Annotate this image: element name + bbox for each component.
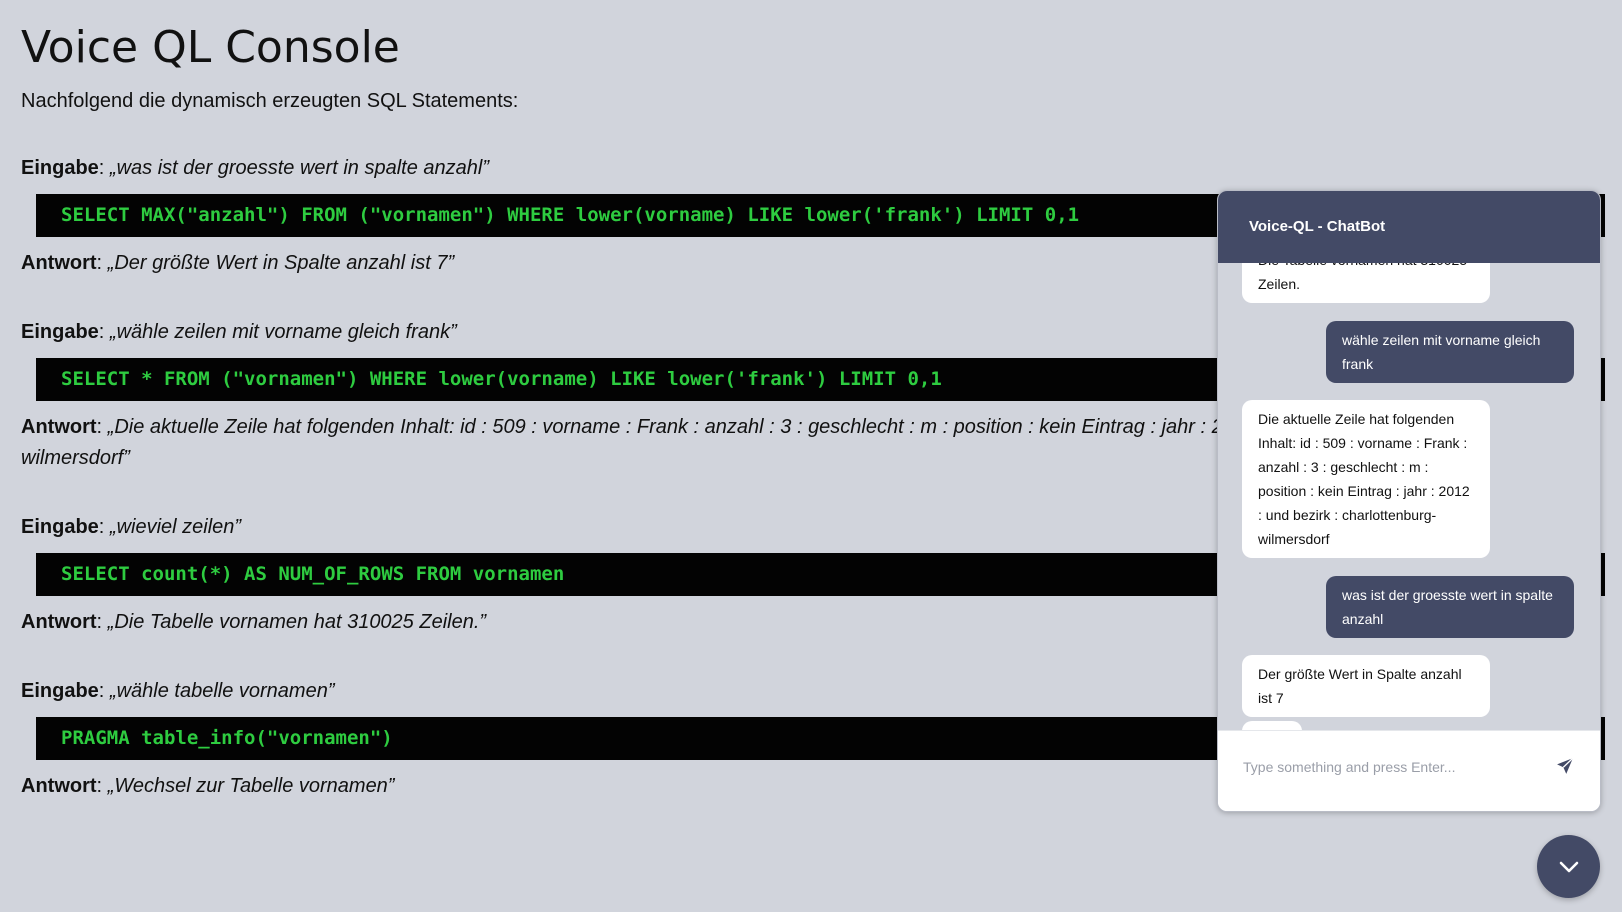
answer-label: Antwort: [21, 611, 97, 633]
answer-label: Antwort: [21, 775, 97, 797]
answer-label: Antwort: [21, 252, 97, 274]
chatbot-window: Voice-QL - ChatBot Die Tabelle vornamen …: [1217, 190, 1601, 812]
chat-input[interactable]: [1241, 753, 1545, 781]
entry-input: Eingabe: „was ist der groesste wert in s…: [21, 157, 489, 179]
input-text: „wähle tabelle vornamen”: [109, 680, 335, 702]
send-button[interactable]: [1552, 753, 1578, 779]
answer-text: „Die Tabelle vornamen hat 310025 Zeilen.…: [107, 611, 487, 633]
entry-input: Eingabe: „wähle tabelle vornamen”: [21, 680, 335, 702]
entry-answer: Antwort: „Wechsel zur Tabelle vornamen”: [21, 775, 395, 797]
input-text: „was ist der groesste wert in spalte anz…: [109, 157, 489, 179]
input-label: Eingabe: [21, 680, 99, 702]
user-message: wähle zeilen mit vorname gleich frank: [1326, 321, 1574, 383]
input-label: Eingabe: [21, 516, 99, 538]
page: Voice QL Console Nachfolgend die dynamis…: [0, 0, 1622, 912]
message-list[interactable]: Die Tabelle vornamen hat 310025 Zeilen. …: [1218, 263, 1600, 731]
bot-message: Die aktuelle Zeile hat folgenden Inhalt:…: [1242, 400, 1490, 558]
chat-toggle-button[interactable]: [1537, 835, 1600, 898]
entry-answer: Antwort: „Der größte Wert in Spalte anza…: [21, 252, 455, 274]
entry-answer: Antwort: „Die Tabelle vornamen hat 31002…: [21, 611, 487, 633]
chatbot-title: Voice-QL - ChatBot: [1218, 191, 1600, 263]
input-label: Eingabe: [21, 321, 99, 343]
chevron-down-icon: [1559, 861, 1578, 872]
page-intro: Nachfolgend die dynamisch erzeugten SQL …: [21, 90, 519, 112]
entry-input: Eingabe: „wieviel zeilen”: [21, 516, 242, 538]
bot-message: Die Tabelle vornamen hat 310025 Zeilen.: [1242, 263, 1490, 303]
input-text: „wieviel zeilen”: [109, 516, 242, 538]
answer-label: Antwort: [21, 416, 97, 438]
page-title: Voice QL Console: [21, 22, 400, 73]
input-text: „wähle zeilen mit vorname gleich frank”: [109, 321, 457, 343]
input-label: Eingabe: [21, 157, 99, 179]
answer-text: „Der größte Wert in Spalte anzahl ist 7”: [107, 252, 455, 274]
user-message: was ist der groesste wert in spalte anza…: [1326, 576, 1574, 638]
chat-input-bar: [1218, 730, 1600, 811]
send-icon: [1557, 757, 1574, 774]
entry-input: Eingabe: „wähle zeilen mit vorname gleic…: [21, 321, 457, 343]
bot-message: Der größte Wert in Spalte anzahl ist 7: [1242, 655, 1490, 717]
answer-text: „Wechsel zur Tabelle vornamen”: [107, 775, 395, 797]
